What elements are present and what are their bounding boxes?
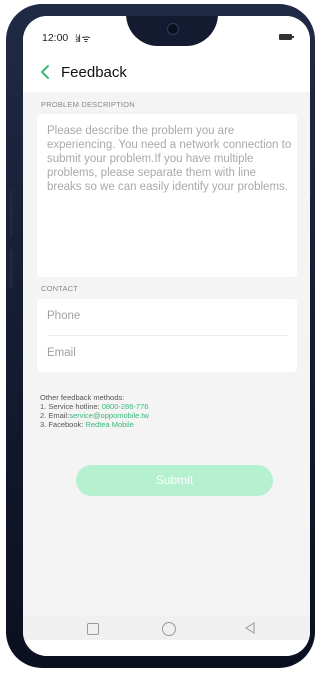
submit-button[interactable]: Submit [76, 465, 273, 496]
other-feedback-methods: Other feedback methods: 1. Service hotli… [40, 393, 149, 429]
battery-icon [279, 34, 294, 40]
email-label: 2. Email: [40, 411, 70, 420]
nav-recents-icon[interactable] [87, 623, 99, 635]
hotline-link[interactable]: 0800-286-776 [102, 402, 149, 411]
nav-home-icon[interactable] [162, 622, 176, 636]
app-bar: Feedback [23, 52, 310, 92]
problem-section-label: PROBLEM DESCRIPTION [41, 100, 135, 109]
signal-wifi-icons: ⁞ıl ᯤ [75, 34, 91, 45]
email-placeholder: Email [47, 347, 76, 359]
contact-card: Phone Email [37, 299, 297, 372]
phone-frame: 12:00 ⁞ıl ᯤ Feedback PROBLEM DESCRIPTION… [6, 4, 315, 668]
hotline-row: 1. Service hotline: 0800-286-776 [40, 402, 149, 411]
nav-back-icon[interactable] [243, 621, 257, 635]
phone-placeholder: Phone [47, 310, 81, 322]
email-link[interactable]: service@oppomobile.tw [69, 411, 149, 420]
contact-section-label: CONTACT [41, 284, 79, 293]
system-nav-bar [23, 616, 310, 640]
facebook-label: 3. Facebook: [40, 420, 86, 429]
email-row: 2. Email:service@oppomobile.tw [40, 411, 149, 420]
facebook-link[interactable]: Redtea Mobile [85, 420, 133, 429]
volume-up-button [9, 189, 13, 237]
phone-field[interactable]: Phone [37, 299, 297, 335]
front-camera-icon [167, 23, 179, 35]
other-methods-heading: Other feedback methods: [40, 393, 125, 402]
facebook-row: 3. Facebook: Redtea Mobile [40, 420, 149, 429]
volume-down-button [9, 249, 13, 289]
page-title: Feedback [61, 64, 127, 81]
email-field[interactable]: Email [37, 336, 297, 372]
status-time: 12:00 [42, 32, 69, 44]
screen: 12:00 ⁞ıl ᯤ Feedback PROBLEM DESCRIPTION… [23, 16, 310, 656]
bottom-bezel-area [23, 640, 310, 656]
problem-description-textarea[interactable]: Please describe the problem you are expe… [37, 114, 297, 277]
back-chevron-icon[interactable] [37, 63, 53, 81]
problem-description-placeholder: Please describe the problem you are expe… [47, 125, 292, 193]
hotline-label: 1. Service hotline: [40, 402, 102, 411]
